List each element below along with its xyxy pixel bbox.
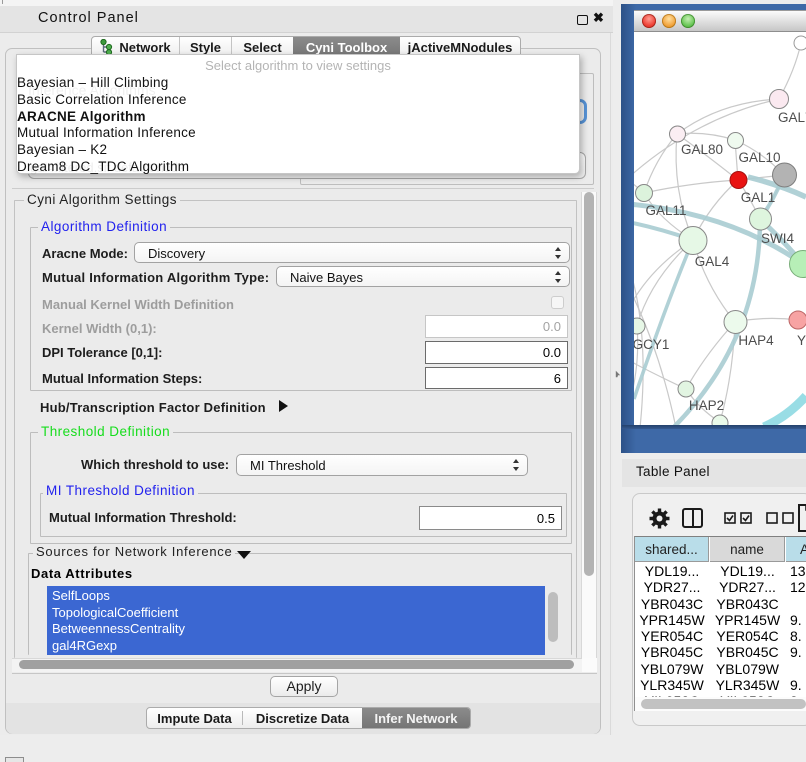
svg-text:SWI4: SWI4 bbox=[761, 231, 794, 246]
svg-text:GAL80: GAL80 bbox=[681, 142, 723, 157]
svg-text:GAL10: GAL10 bbox=[738, 150, 780, 165]
svg-text:Y: Y bbox=[797, 333, 806, 348]
svg-text:GAL11: GAL11 bbox=[645, 203, 686, 218]
svg-text:GCY1: GCY1 bbox=[634, 337, 669, 352]
svg-text:HAP4: HAP4 bbox=[738, 333, 774, 348]
svg-text:GAL4: GAL4 bbox=[695, 254, 730, 269]
svg-text:GAL1: GAL1 bbox=[741, 190, 776, 205]
svg-text:GAL7: GAL7 bbox=[778, 110, 806, 125]
svg-text:HAP2: HAP2 bbox=[689, 398, 724, 413]
